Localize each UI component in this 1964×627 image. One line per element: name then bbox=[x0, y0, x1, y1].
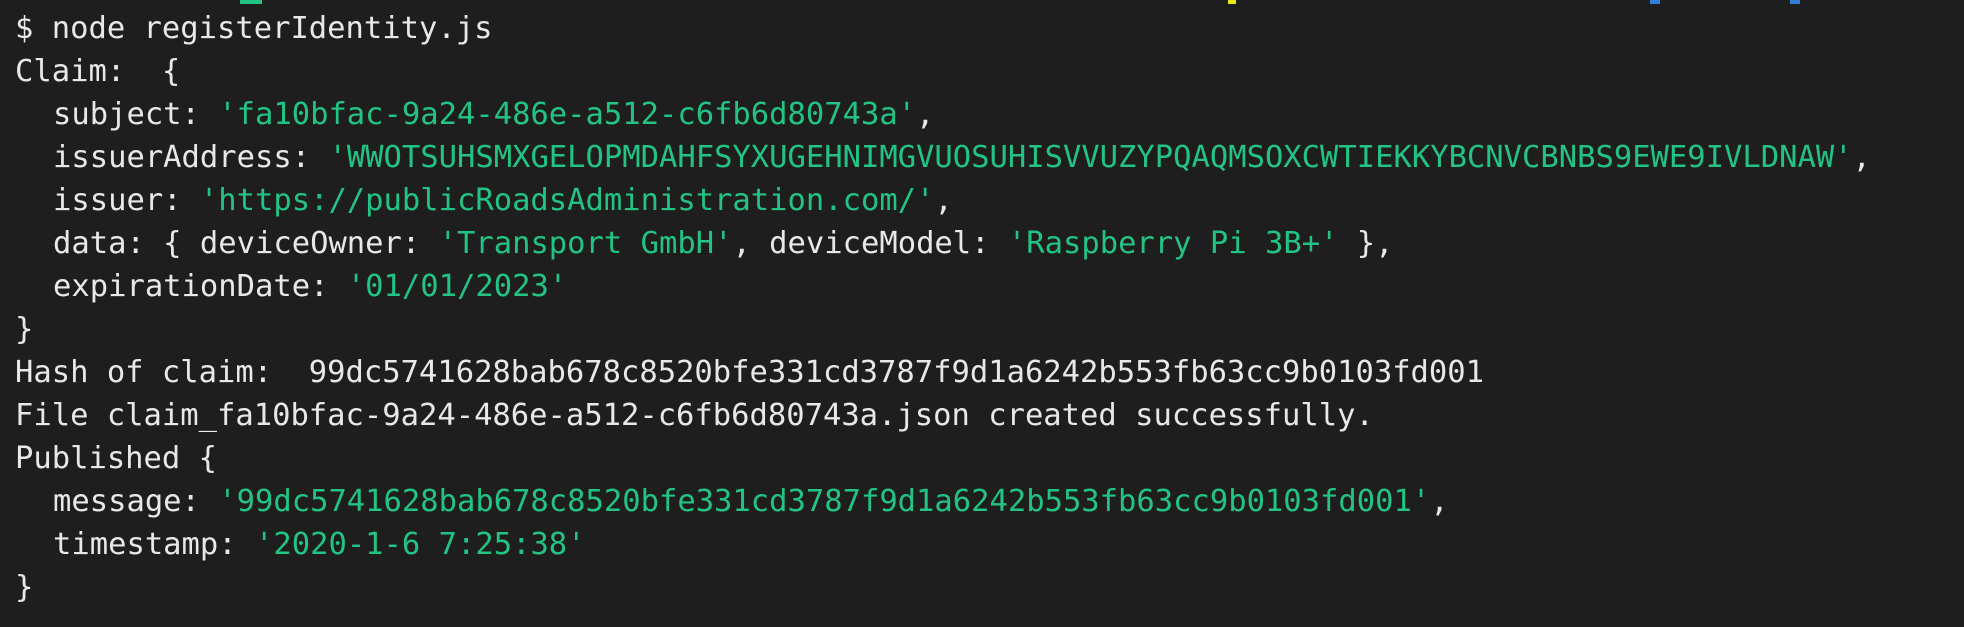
command-text: $ node registerIdentity.js bbox=[15, 11, 493, 46]
data-line: data: { deviceOwner: 'Transport GmbH', d… bbox=[15, 222, 1960, 265]
claim-header-line: Claim: { bbox=[15, 50, 1960, 93]
device-owner-value: 'Transport GmbH' bbox=[438, 226, 733, 261]
subject-key: subject: bbox=[53, 97, 219, 132]
timestamp-line: timestamp: '2020-1-6 7:25:38' bbox=[15, 523, 1960, 566]
hash-text: Hash of claim: 99dc5741628bab678c8520bfe… bbox=[15, 355, 1485, 390]
data-key: data: { deviceOwner: bbox=[53, 226, 439, 261]
timestamp-key: timestamp: bbox=[53, 527, 255, 562]
claim-close-line: } bbox=[15, 308, 1960, 351]
file-created-text: File claim_fa10bfac-9a24-486e-a512-c6fb6… bbox=[15, 398, 1374, 433]
message-key: message: bbox=[53, 484, 219, 519]
published-close-brace: } bbox=[15, 570, 34, 605]
issuer-address-line: issuerAddress: 'WWOTSUHSMXGELOPMDAHFSYXU… bbox=[15, 136, 1960, 179]
hash-line: Hash of claim: 99dc5741628bab678c8520bfe… bbox=[15, 351, 1960, 394]
issuer-value: 'https://publicRoadsAdministration.com/' bbox=[199, 183, 935, 218]
device-model-value: 'Raspberry Pi 3B+' bbox=[1007, 226, 1339, 261]
expiration-date-value: '01/01/2023' bbox=[346, 269, 568, 304]
claim-close-brace: } bbox=[15, 312, 34, 347]
expiration-date-key: expirationDate: bbox=[53, 269, 347, 304]
data-close: }, bbox=[1338, 226, 1394, 261]
issuer-line: issuer: 'https://publicRoadsAdministrati… bbox=[15, 179, 1960, 222]
published-close-line: } bbox=[15, 566, 1960, 609]
published-header-line: Published { bbox=[15, 437, 1960, 480]
issuer-address-key: issuerAddress: bbox=[53, 140, 329, 175]
command-line: $ node registerIdentity.js bbox=[15, 7, 1960, 50]
file-created-line: File claim_fa10bfac-9a24-486e-a512-c6fb6… bbox=[15, 394, 1960, 437]
timestamp-value: '2020-1-6 7:25:38' bbox=[255, 527, 586, 562]
comma: , bbox=[1852, 140, 1871, 175]
published-header: Published { bbox=[15, 441, 217, 476]
expiration-date-line: expirationDate: '01/01/2023' bbox=[15, 265, 1960, 308]
claim-header: Claim: { bbox=[15, 54, 181, 89]
comma: , bbox=[1430, 484, 1449, 519]
subject-line: subject: 'fa10bfac-9a24-486e-a512-c6fb6d… bbox=[15, 93, 1960, 136]
comma: , bbox=[916, 97, 935, 132]
terminal-output: $ node registerIdentity.js Claim: { subj… bbox=[15, 0, 1960, 627]
message-line: message: '99dc5741628bab678c8520bfe331cd… bbox=[15, 480, 1960, 523]
device-model-key: , deviceModel: bbox=[732, 226, 1008, 261]
comma: , bbox=[934, 183, 953, 218]
message-value: '99dc5741628bab678c8520bfe331cd3787f9d1a… bbox=[218, 484, 1431, 519]
issuer-address-value: 'WWOTSUHSMXGELOPMDAHFSYXUGEHNIMGVUOSUHIS… bbox=[328, 140, 1853, 175]
subject-value: 'fa10bfac-9a24-486e-a512-c6fb6d80743a' bbox=[218, 97, 917, 132]
issuer-key: issuer: bbox=[53, 183, 200, 218]
